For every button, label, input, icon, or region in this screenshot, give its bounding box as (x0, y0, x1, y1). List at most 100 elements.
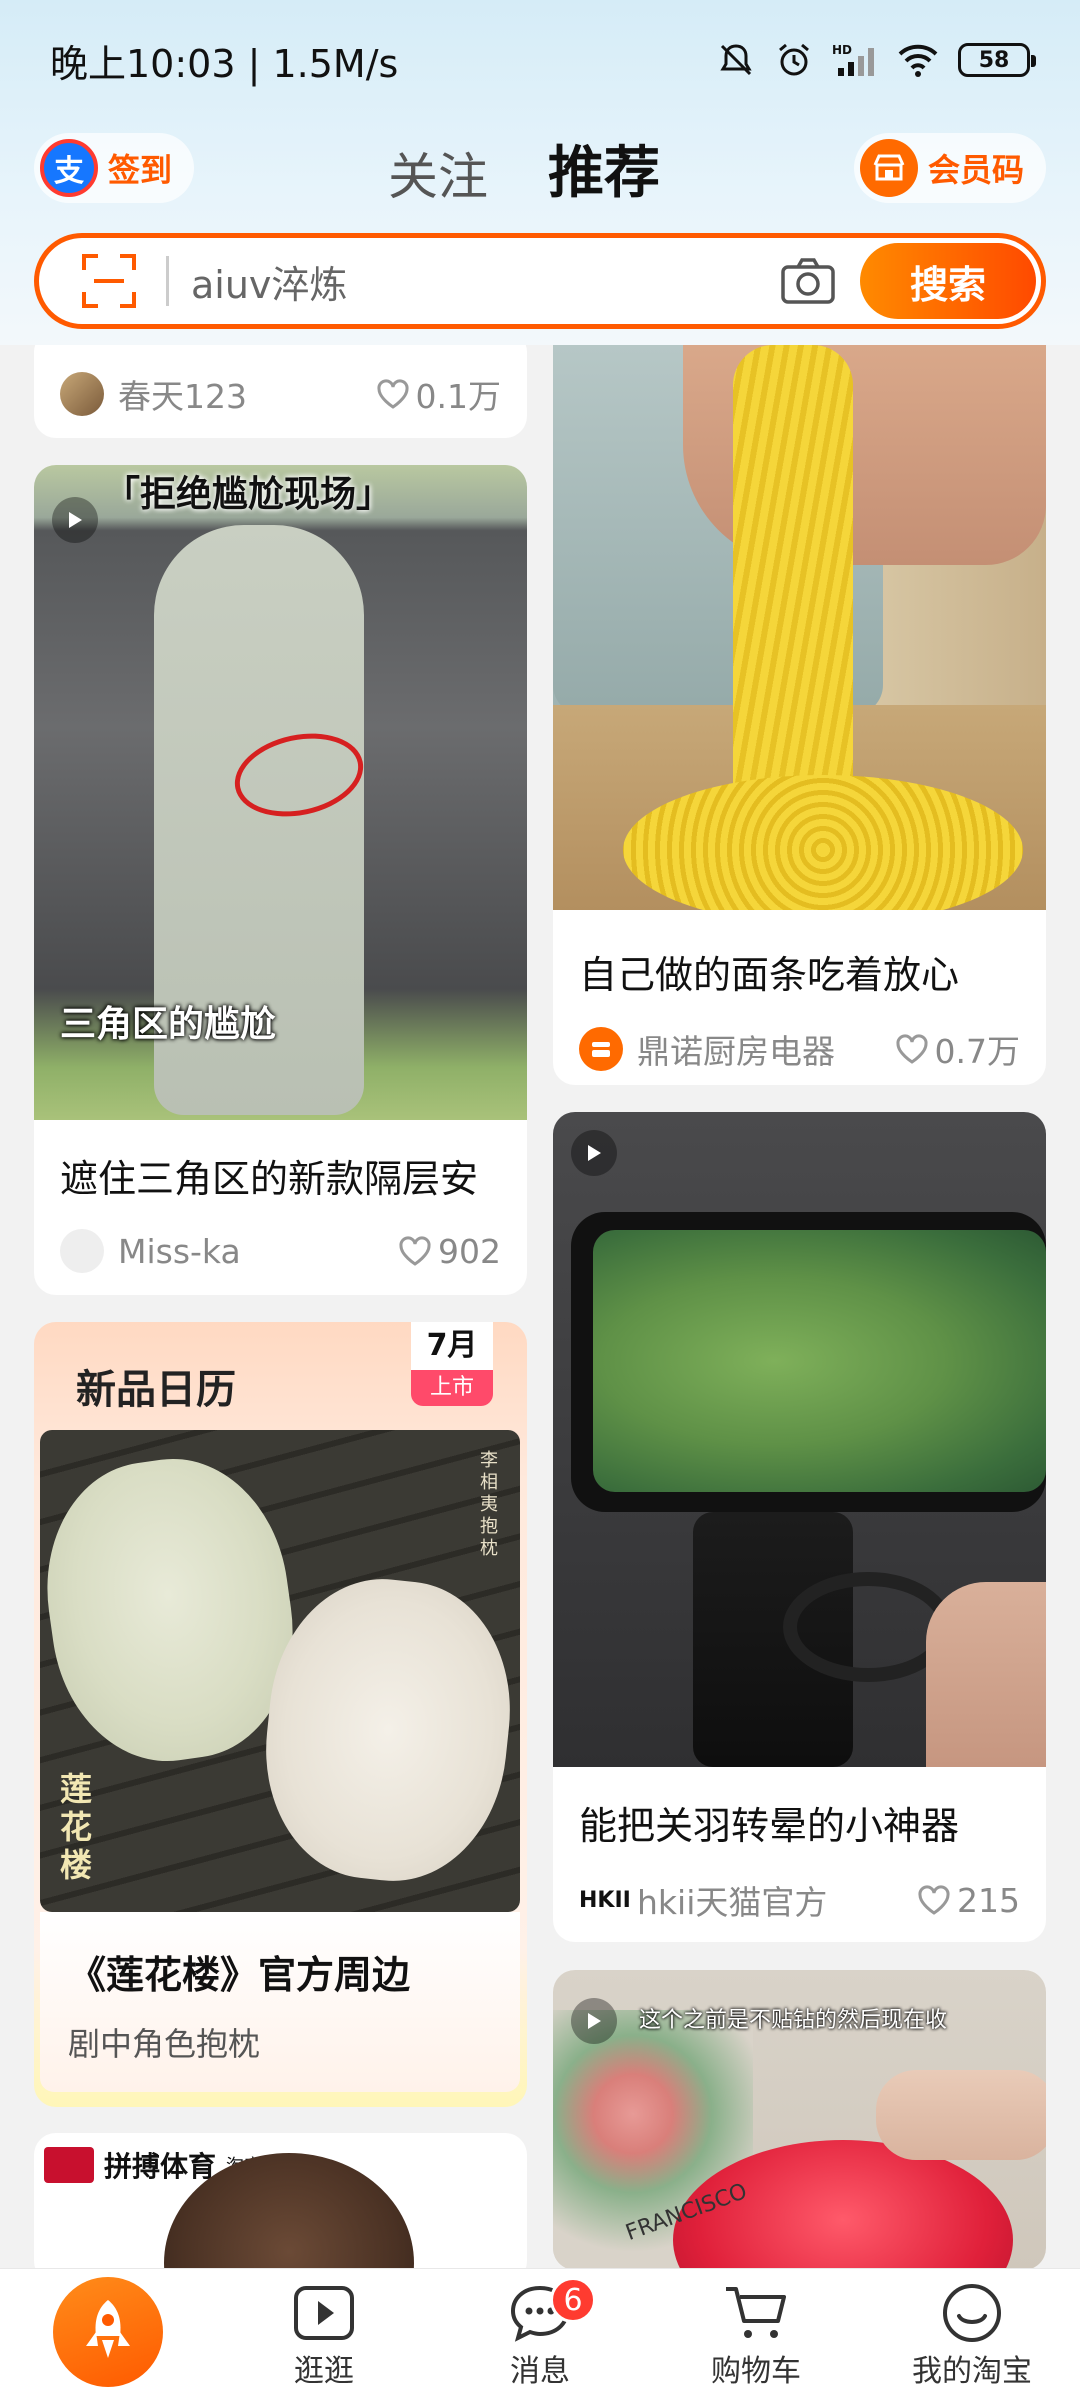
store-avatar-icon (579, 1027, 623, 1071)
member-code-label: 会员码 (927, 151, 1024, 189)
author-name: hkii天猫官方 (637, 1883, 828, 1922)
feed-card-right-2[interactable]: 能把关羽转晕的小神器 HKII hkii天猫官方 215 (553, 1112, 1046, 1942)
like-button[interactable]: 902 (398, 1232, 501, 1271)
video-play-icon (291, 2280, 357, 2346)
hand-right (926, 1582, 1046, 1767)
nav-cart[interactable]: 购物车 (648, 2269, 864, 2400)
taobao-home-screen: 晚上10:03 | 1.5M/s HD 58 支 签到 关注 推荐 会员码 ai… (0, 0, 1080, 2400)
smiley-face-icon (939, 2280, 1005, 2346)
author-name: 春天123 (118, 377, 247, 416)
card-author[interactable]: 春天123 (60, 370, 247, 418)
card-title: 自己做的面条吃着放心 (579, 953, 960, 997)
card-author[interactable]: HKII hkii天猫官方 (579, 1876, 827, 1924)
brand-logo-icon (44, 2147, 94, 2183)
image-caption-top: 「拒绝尴尬现场」 (104, 474, 393, 515)
home-rocket-button[interactable] (53, 2276, 163, 2387)
like-button[interactable]: 0.1万 (376, 370, 501, 418)
avatar (60, 372, 104, 416)
svg-text:HD: HD (832, 43, 852, 57)
brand-logo-text: 拼搏体育 (104, 2150, 217, 2183)
card-title: 能把关羽转晕的小神器 (579, 1804, 960, 1848)
message-count-badge: 6 (550, 2277, 596, 2323)
wifi-icon (898, 44, 938, 77)
nav-my-taobao-label: 我的淘宝 (912, 2353, 1032, 2389)
search-button[interactable]: 搜索 (860, 243, 1036, 319)
card-meta: HKII hkii天猫官方 215 (553, 1876, 1046, 1924)
nav-messages-label: 消息 (510, 2353, 570, 2389)
brand-logo: HKII (579, 1887, 631, 1913)
search-bar[interactable]: aiuv淬炼 搜索 (34, 233, 1046, 329)
checkin-label: 签到 (108, 151, 173, 189)
status-time-speed: 晚上10:03 | 1.5M/s (50, 41, 399, 86)
like-button[interactable]: 0.7万 (895, 1025, 1020, 1073)
play-icon (571, 1130, 617, 1176)
like-count: 902 (438, 1231, 501, 1271)
mute-bell-icon (720, 44, 752, 76)
feed-card-left-2[interactable]: 「拒绝尴尬现场」 三角区的尴尬 遮住三角区的新款隔层安 Miss-ka 902 (34, 465, 527, 1295)
video-thumbnail[interactable] (553, 1112, 1046, 1767)
card-author[interactable]: 鼎诺厨房电器 (579, 1025, 835, 1073)
video-thumbnail[interactable]: FRANCISCO 这个之前是不贴钻的然后现在收 (553, 1970, 1046, 2270)
like-count: 215 (957, 1880, 1020, 1920)
promo-subtitle: 剧中角色抱枕 (68, 2025, 261, 2063)
image-caption-bottom: 三角区的尴尬 (60, 1004, 277, 1045)
member-code-button[interactable]: 会员码 (853, 133, 1046, 203)
card-author[interactable]: Miss-ka (60, 1229, 241, 1273)
avatar (60, 1229, 104, 1273)
like-count: 0.1万 (415, 377, 501, 416)
feed-tabs: 关注 推荐 (388, 128, 660, 209)
product-image-text-left: 莲花楼 (60, 1770, 93, 1884)
like-count: 0.7万 (934, 1032, 1020, 1071)
camera-icon[interactable] (778, 251, 838, 311)
promo-card-new-product-calendar[interactable]: 新品日历 7月 上市 李相夷抱枕 莲花楼 《莲花楼》官方周边 剧中角色抱枕 (34, 1322, 527, 2107)
card-meta: Miss-ka 902 (34, 1229, 527, 1273)
header-top-row: 支 签到 关注 推荐 会员码 (34, 128, 1046, 208)
nav-messages[interactable]: 6 消息 (432, 2269, 648, 2400)
image-caption: 这个之前是不贴钻的然后现在收 (639, 2008, 948, 2033)
feed-card-left-1[interactable]: 春天123 0.1万 (34, 330, 527, 438)
tab-following[interactable]: 关注 (388, 137, 488, 209)
battery-indicator: 58 (958, 43, 1036, 77)
nav-guangguang-label: 逛逛 (294, 2353, 354, 2389)
signal-icon: HD (832, 43, 874, 76)
feed-card-right-1[interactable]: 自己做的面条吃着放心 鼎诺厨房电器 0.7万 (553, 345, 1046, 1085)
date-badge: 7月 上市 (411, 1322, 493, 1406)
nav-cart-label: 购物车 (711, 2353, 801, 2389)
play-icon (571, 1998, 617, 2044)
promo-header: 新品日历 (76, 1367, 236, 1413)
date-tag: 上市 (411, 1370, 493, 1406)
heart-icon (377, 379, 409, 409)
alipay-icon: 支 (40, 139, 98, 197)
nav-my-taobao[interactable]: 我的淘宝 (864, 2269, 1080, 2400)
bottom-navigation: 逛逛 6 消息 购物车 我的淘宝 (0, 2268, 1080, 2400)
promo-title: 《莲花楼》官方周边 (68, 1953, 411, 1997)
date-month: 7月 (411, 1322, 493, 1370)
author-name: Miss-ka (118, 1231, 241, 1271)
card-meta: 春天123 0.1万 (34, 330, 527, 438)
status-icons: HD 58 (716, 40, 1036, 80)
nav-guangguang[interactable]: 逛逛 (216, 2269, 432, 2400)
noodle-image (553, 345, 1046, 910)
pillow-character (252, 1568, 520, 1892)
game-screen (593, 1230, 1046, 1492)
tab-recommend[interactable]: 推荐 (548, 128, 660, 209)
search-input[interactable]: aiuv淬炼 (191, 254, 778, 309)
video-thumbnail[interactable]: 「拒绝尴尬现场」 三角区的尴尬 (34, 465, 527, 1120)
feed-card-right-3[interactable]: FRANCISCO 这个之前是不贴钻的然后现在收 (553, 1970, 1046, 2270)
checkin-button[interactable]: 支 签到 (34, 133, 195, 203)
heart-icon (918, 1885, 950, 1915)
noodles (733, 345, 853, 845)
heart-icon (399, 1236, 431, 1266)
nav-home[interactable] (0, 2269, 216, 2400)
card-meta: 鼎诺厨房电器 0.7万 (553, 1025, 1046, 1073)
rocket-icon (86, 2299, 130, 2358)
like-button[interactable]: 215 (917, 1881, 1020, 1920)
author-name: 鼎诺厨房电器 (637, 1032, 835, 1071)
product-image-text-right: 李相夷抱枕 (480, 1450, 498, 1559)
scan-icon[interactable] (74, 246, 144, 316)
feed-card-left-4[interactable]: 拼搏体育 淘宝活动城 (34, 2133, 527, 2283)
member-store-icon (859, 139, 918, 197)
shopping-cart-icon (723, 2280, 789, 2346)
product-image: 李相夷抱枕 莲花楼 (40, 1430, 520, 1912)
promo-info-panel: 《莲花楼》官方周边 剧中角色抱枕 (40, 1912, 520, 2092)
